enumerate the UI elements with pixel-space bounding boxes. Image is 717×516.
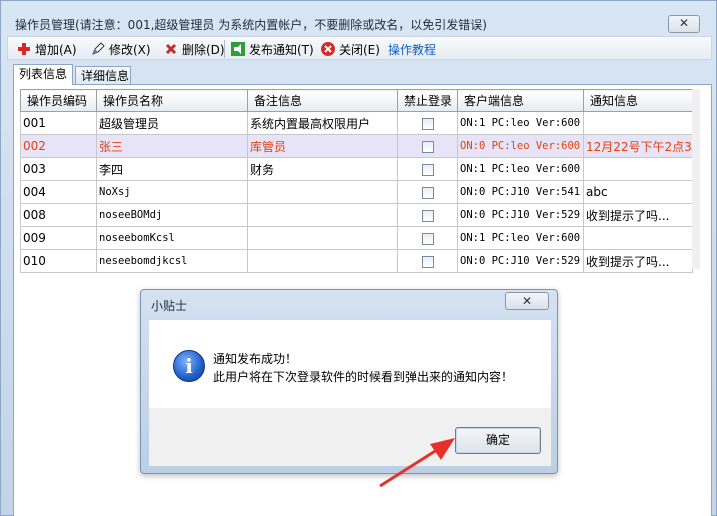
cell-name: NoXsj [96, 180, 248, 204]
column-header-notice[interactable]: 通知信息 [583, 89, 693, 112]
close-label: 关闭(E) [339, 42, 380, 57]
cell-client-info: ON:0 PC:J10 Ver:529 [457, 203, 584, 227]
cell-note: 财务 [247, 157, 398, 181]
disable-login-checkbox[interactable] [421, 117, 434, 130]
close-circle-icon [320, 41, 336, 57]
tab-list-info[interactable]: 列表信息 [13, 64, 73, 85]
disable-login-checkbox[interactable] [421, 140, 434, 153]
cell-name: neseebomdjkcsl [96, 249, 248, 273]
cell-disable-login [397, 249, 458, 273]
dialog-body: i 通知发布成功！ 此用户将在下次登录软件的时候看到弹出来的通知内容！ [149, 320, 551, 408]
cell-name: noseebomKcsl [96, 226, 248, 250]
cell-client-info: ON:1 PC:leo Ver:600 [457, 226, 584, 250]
cell-disable-login [397, 203, 458, 227]
cell-note [247, 203, 398, 227]
title-bar: 操作员管理(请注意：001,超级管理员 为系统内置帐户，不要删除或改名，以免引发… [1, 1, 716, 35]
close-button[interactable]: 关闭(E) [320, 40, 380, 58]
edit-icon [90, 41, 106, 57]
cell-code: 009 [20, 226, 97, 250]
cell-code: 002 [20, 134, 97, 158]
info-icon: i [173, 350, 205, 382]
cell-notice: abc [583, 180, 693, 204]
cell-note [247, 249, 398, 273]
edit-button[interactable]: 修改(X) [90, 40, 151, 58]
disable-login-checkbox[interactable] [421, 255, 434, 268]
cell-disable-login [397, 134, 458, 158]
table-row[interactable]: 008 noseeBOMdj ON:0 PC:J10 Ver:529 收到提示了… [20, 203, 693, 227]
cell-notice: 12月22号下午2点30 [583, 134, 693, 158]
window-close-button[interactable]: ✕ [668, 15, 700, 33]
cell-code: 010 [20, 249, 97, 273]
cell-client-info: ON:0 PC:leo Ver:600 [457, 134, 584, 158]
cell-name: 超级管理员 [96, 111, 248, 135]
cell-note [247, 226, 398, 250]
cell-code: 003 [20, 157, 97, 181]
cell-disable-login [397, 157, 458, 181]
cell-notice [583, 226, 693, 250]
delete-button[interactable]: 删除(D) [163, 40, 225, 58]
cell-disable-login [397, 180, 458, 204]
disable-login-checkbox[interactable] [421, 209, 434, 222]
cell-disable-login [397, 226, 458, 250]
dialog-message-line1: 通知发布成功！ [213, 352, 298, 366]
table-row-selected[interactable]: 002 张三 库管员 ON:0 PC:leo Ver:600 12月22号下午2… [20, 134, 693, 158]
table-row[interactable]: 010 neseebomdjkcsl ON:0 PC:J10 Ver:529 收… [20, 249, 693, 273]
dialog-message-line2: 此用户将在下次登录软件的时候看到弹出来的通知内容！ [213, 370, 514, 384]
cell-disable-login [397, 111, 458, 135]
help-tutorial-link[interactable]: 操作教程 [388, 40, 436, 58]
add-button[interactable]: 增加(A) [16, 40, 77, 58]
cell-name: noseeBOMdj [96, 203, 248, 227]
column-header-disable-login[interactable]: 禁止登录 [397, 89, 458, 112]
cell-notice: 收到提示了吗... [583, 249, 693, 273]
column-header-client-info[interactable]: 客户端信息 [457, 89, 584, 112]
column-header-note[interactable]: 备注信息 [247, 89, 398, 112]
cell-code: 001 [20, 111, 97, 135]
publish-notice-label: 发布通知(T) [249, 42, 314, 57]
column-header-code[interactable]: 操作员编码 [20, 89, 97, 112]
table-row[interactable]: 004 NoXsj ON:0 PC:J10 Ver:541 abc [20, 180, 693, 204]
cell-note: 系统内置最高权限用户 [247, 111, 398, 135]
toolbar-separator [224, 40, 225, 58]
cell-name: 李四 [96, 157, 248, 181]
cell-notice [583, 157, 693, 181]
cell-note [247, 180, 398, 204]
dialog-title: 小贴士 [151, 299, 188, 313]
delete-icon [163, 41, 179, 57]
table-row[interactable]: 001 超级管理员 系统内置最高权限用户 ON:1 PC:leo Ver:600 [20, 111, 693, 135]
cell-note: 库管员 [247, 134, 398, 158]
cell-client-info: ON:1 PC:leo Ver:600 [457, 157, 584, 181]
table-header-row: 操作员编码 操作员名称 备注信息 禁止登录 客户端信息 通知信息 [20, 89, 693, 112]
cell-code: 008 [20, 203, 97, 227]
add-label: 增加(A) [35, 42, 77, 57]
dialog-close-button[interactable]: ✕ [505, 292, 549, 310]
ok-button[interactable]: 确定 [455, 427, 541, 454]
cell-notice [583, 111, 693, 135]
disable-login-checkbox[interactable] [421, 163, 434, 176]
cell-notice: 收到提示了吗... [583, 203, 693, 227]
operator-table: 操作员编码 操作员名称 备注信息 禁止登录 客户端信息 通知信息 001 超级管… [20, 89, 693, 273]
vertical-scrollbar[interactable] [692, 89, 700, 269]
cell-client-info: ON:1 PC:leo Ver:600 [457, 111, 584, 135]
disable-login-checkbox[interactable] [421, 186, 434, 199]
tip-dialog: 小贴士 ✕ i 通知发布成功！ 此用户将在下次登录软件的时候看到弹出来的通知内容… [140, 289, 558, 474]
disable-login-checkbox[interactable] [421, 232, 434, 245]
add-icon [16, 41, 32, 57]
publish-notice-button[interactable]: 发布通知(T) [230, 40, 314, 58]
cell-name: 张三 [96, 134, 248, 158]
cell-client-info: ON:0 PC:J10 Ver:529 [457, 249, 584, 273]
table-row[interactable]: 009 noseebomKcsl ON:1 PC:leo Ver:600 [20, 226, 693, 250]
window-title: 操作员管理(请注意：001,超级管理员 为系统内置帐户，不要删除或改名，以免引发… [15, 18, 487, 32]
column-header-name[interactable]: 操作员名称 [96, 89, 248, 112]
table-row[interactable]: 003 李四 财务 ON:1 PC:leo Ver:600 [20, 157, 693, 181]
delete-label: 删除(D) [182, 42, 225, 57]
megaphone-icon [230, 41, 246, 57]
edit-label: 修改(X) [109, 42, 151, 57]
cell-client-info: ON:0 PC:J10 Ver:541 [457, 180, 584, 204]
cell-code: 004 [20, 180, 97, 204]
tab-detail-info[interactable]: 详细信息 [75, 66, 131, 86]
toolbar: 增加(A) 修改(X) 删除(D) 发布通知(T) 关闭(E) 操作教程 [7, 36, 712, 60]
